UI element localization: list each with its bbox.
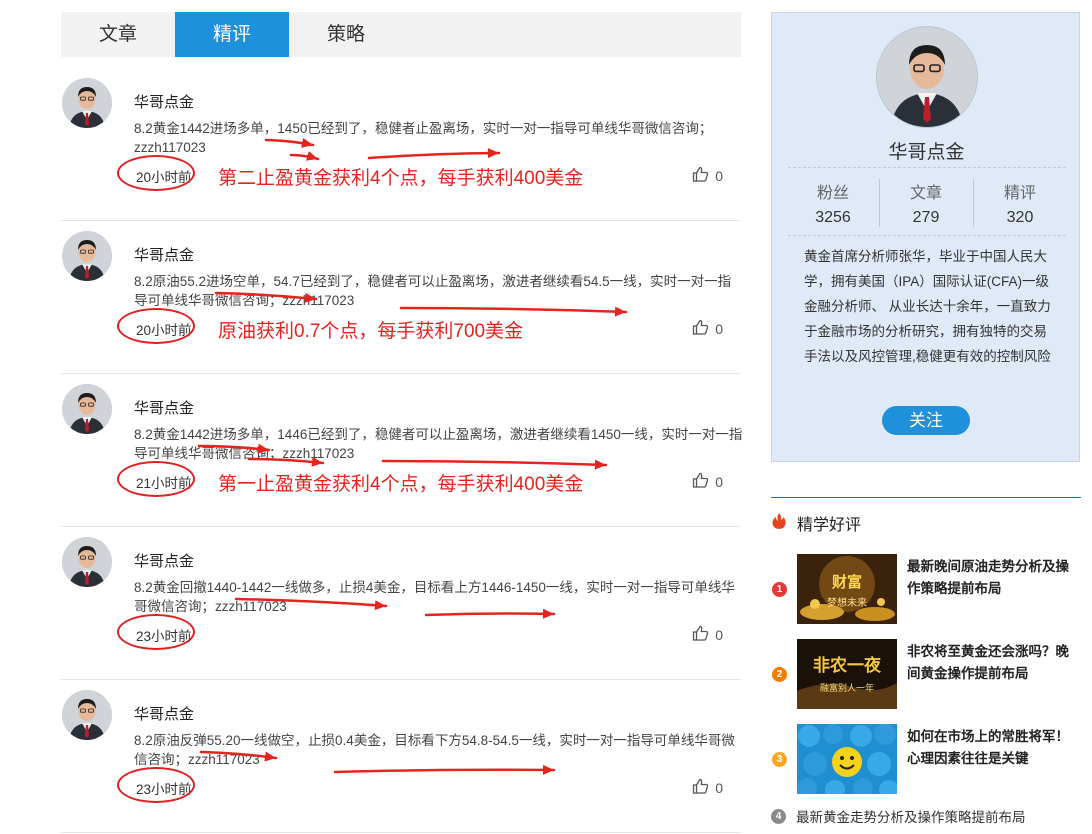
post-author[interactable]: 华哥点金 [134,91,194,112]
stat-label: 精评 [1003,185,1036,202]
divider [788,167,1066,168]
thumbs-up-icon [692,625,709,644]
post-text: 8.2黄金1442进场多单，1450已经到了，稳健者止盈离场，实时一对一指导可单… [134,121,713,155]
hot-item-title[interactable]: 如何在市场上的常胜将军！心理因素往往是关键 [907,726,1079,770]
flame-icon [771,512,787,535]
thumbs-up-icon [692,472,709,491]
post-item: 华哥点金 8.2原油55.2进场空单，54.7已经到了，稳健者可以止盈离场，激进… [61,220,741,374]
post-item: 华哥点金 8.2黄金1442进场多单，1450已经到了，稳健者止盈离场，实时一对… [61,67,741,221]
follow-button[interactable]: 关注 [882,406,970,435]
like-count: 0 [715,167,723,184]
stat-articles: 文章 279 [879,179,973,227]
like-count: 0 [715,779,723,796]
like-button[interactable]: 0 [692,778,723,797]
like-button[interactable]: 0 [692,625,723,644]
tab-reviews[interactable]: 精评 [175,12,289,57]
post-text: 8.2黄金回撤1440-1442一线做多，止损4美金，目标看上方1446-145… [134,580,735,614]
profit-annotation: 第一止盈黄金获利4个点，每手获利400美金 [218,474,584,495]
divider [788,235,1066,236]
rank-badge: 3 [772,752,787,767]
hot-section-header: 精学好评 [771,511,861,535]
rank-badge: 2 [772,667,787,682]
profile-bio: 黄金首席分析师张华，毕业于中国人民大学，拥有美国（IPA）国际认证(CFA)一级… [804,249,1051,364]
hot-item-thumbnail[interactable] [797,724,897,794]
like-button[interactable]: 0 [692,166,723,185]
time-highlight-circle [117,767,195,803]
tab-strategy[interactable]: 策略 [289,12,403,57]
profile-avatar[interactable] [876,26,978,128]
hot-item[interactable]: 1 财富 梦想未来 最新晚间原油走势分析及操作策略提前布局 [771,554,1081,626]
like-count: 0 [715,320,723,337]
section-divider [771,497,1081,498]
stat-value: 279 [912,209,940,226]
hot-item[interactable]: 3 如何在市场上的常胜将军！心理因素往往是关键 [771,724,1081,796]
like-count: 0 [715,626,723,643]
stat-label: 粉丝 [816,185,849,202]
rank-badge: 4 [771,808,786,824]
time-highlight-circle [117,155,195,191]
time-highlight-circle [117,614,195,650]
like-button[interactable]: 0 [692,319,723,338]
post-item: 华哥点金 8.2原油反弹55.20一线做空，止损0.4美金，目标看下方54.8-… [61,679,741,833]
thumbnail-caption: 梦想未来 [827,596,867,609]
time-highlight-circle [117,461,195,497]
time-highlight-circle [117,308,195,344]
thumbnail-caption: 财富 [832,573,862,591]
post-author[interactable]: 华哥点金 [134,550,194,571]
rank-badge: 1 [772,582,787,597]
post-author[interactable]: 华哥点金 [134,244,194,265]
stat-value: 3256 [815,209,851,226]
thumbs-up-icon [692,319,709,338]
thumbs-up-icon [692,778,709,797]
hot-item-thumbnail[interactable]: 财富 梦想未来 [797,554,897,624]
hot-item[interactable]: 2 非农一夜 融富别人一年 非农将至黄金还会涨吗？晚间黄金操作提前布局 [771,639,1081,711]
hot-section-title: 精学好评 [797,517,862,534]
hot-item-title[interactable]: 非农将至黄金还会涨吗？晚间黄金操作提前布局 [907,641,1079,685]
post-item: 华哥点金 8.2黄金1442进场多单，1446已经到了，稳健者可以止盈离场，激进… [61,373,743,527]
profile-name: 华哥点金 [888,142,965,163]
author-avatar[interactable] [62,384,112,434]
profit-annotation: 原油获利0.7个点，每手获利700美金 [218,321,524,342]
author-avatar[interactable] [62,537,112,587]
stat-label: 文章 [909,185,942,202]
post-author[interactable]: 华哥点金 [134,397,194,418]
hot-item-title[interactable]: 最新黄金走势分析及操作策略提前布局 [796,806,1026,826]
content-tabs: 文章 精评 策略 [61,12,741,57]
post-text: 8.2原油反弹55.20一线做空，止损0.4美金，目标看下方54.8-54.5一… [134,733,735,767]
thumbs-up-icon [692,166,709,185]
hot-item-title[interactable]: 最新晚间原油走势分析及操作策略提前布局 [907,556,1079,600]
post-text: 8.2黄金1442进场多单，1446已经到了，稳健者可以止盈离场，激进者继续看1… [134,427,743,461]
thumbnail-caption: 非农一夜 [813,655,882,676]
stat-reviews: 精评 320 [973,179,1067,227]
profile-card: 华哥点金 粉丝 3256 文章 279 精评 320 黄金首席分析师张华，毕业于… [771,12,1080,462]
like-button[interactable]: 0 [692,472,723,491]
stat-fans: 粉丝 3256 [786,179,880,227]
thumbnail-caption: 融富别人一年 [820,682,874,694]
author-avatar[interactable] [62,231,112,281]
profit-annotation: 第二止盈黄金获利4个点，每手获利400美金 [218,168,584,189]
hot-item[interactable]: 4 最新黄金走势分析及操作策略提前布局 [771,806,1026,826]
post-author[interactable]: 华哥点金 [134,703,194,724]
hot-item-thumbnail[interactable]: 非农一夜 融富别人一年 [797,639,897,709]
author-avatar[interactable] [62,78,112,128]
stat-value: 320 [1006,209,1034,226]
post-text: 8.2原油55.2进场空单，54.7已经到了，稳健者可以止盈离场，激进者继续看5… [134,274,732,308]
post-item: 华哥点金 8.2黄金回撤1440-1442一线做多，止损4美金，目标看上方144… [61,526,741,680]
like-count: 0 [715,473,723,490]
author-avatar[interactable] [62,690,112,740]
tab-articles[interactable]: 文章 [61,12,175,57]
